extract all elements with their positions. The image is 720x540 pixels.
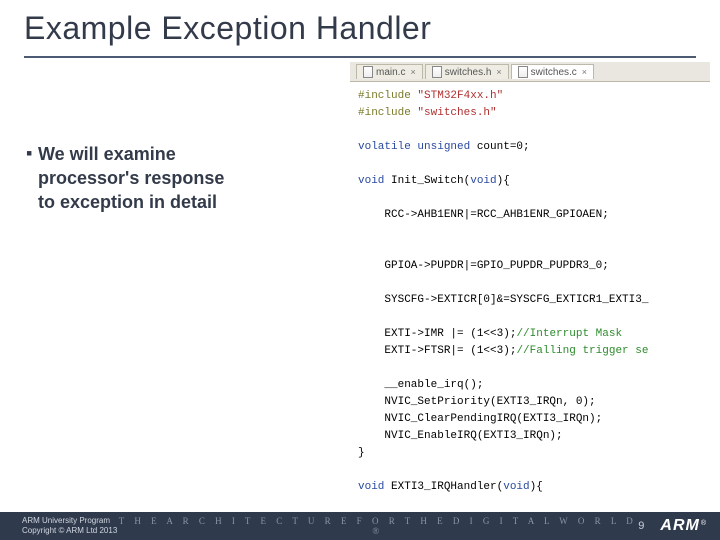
code-line: } bbox=[358, 447, 365, 459]
arm-logo: ARM ® bbox=[660, 517, 706, 535]
title-rule bbox=[24, 56, 696, 58]
code-line: SYSCFG->EXTICR[0]&=SYSCFG_EXTICR1_EXTI3_ bbox=[358, 294, 648, 306]
tab-switches-h[interactable]: switches.h × bbox=[425, 64, 509, 79]
code-token: "switches.h" bbox=[417, 107, 496, 119]
code-token: void bbox=[503, 481, 529, 493]
code-line: GPIOA->PUPDR|=GPIO_PUPDR_PUPDR3_0; bbox=[358, 260, 609, 272]
code-token: //Interrupt Mask bbox=[516, 328, 622, 340]
code-token: #include bbox=[358, 90, 417, 102]
slide: Example Exception Handler ▪ We will exam… bbox=[0, 0, 720, 540]
code-token: EXTI->IMR |= (1<<3); bbox=[358, 328, 516, 340]
tab-main-c[interactable]: main.c × bbox=[356, 64, 423, 79]
code-token: count=0; bbox=[477, 141, 530, 153]
code-token: ){ bbox=[497, 175, 510, 187]
arm-logo-text: ARM bbox=[660, 517, 699, 535]
footer: ARM University Program Copyright © ARM L… bbox=[0, 512, 720, 540]
code-token: #include bbox=[358, 107, 417, 119]
footer-tagline: T H E A R C H I T E C T U R E F O R T H … bbox=[117, 516, 638, 536]
code-line: __enable_irq(); bbox=[358, 379, 483, 391]
file-icon bbox=[432, 66, 442, 78]
code-token: ){ bbox=[530, 481, 543, 493]
footer-line2: Copyright © ARM Ltd 2013 bbox=[22, 526, 117, 536]
bullet-list: ▪ We will examine processor's response t… bbox=[26, 142, 326, 214]
tab-label: switches.c bbox=[531, 67, 577, 78]
code-line: NVIC_SetPriority(EXTI3_IRQn, 0); bbox=[358, 396, 596, 408]
code-token: void bbox=[358, 175, 391, 187]
code-token: EXTI3_IRQHandler( bbox=[391, 481, 503, 493]
slide-title: Example Exception Handler bbox=[24, 10, 431, 47]
bullet-text: We will examine processor's response to … bbox=[38, 142, 238, 214]
code-token: "STM32F4xx.h" bbox=[417, 90, 503, 102]
code-line: NVIC_ClearPendingIRQ(EXTI3_IRQn); bbox=[358, 413, 602, 425]
file-icon bbox=[518, 66, 528, 78]
code-body: #include "STM32F4xx.h" #include "switche… bbox=[350, 82, 710, 540]
code-token: //Falling trigger se bbox=[516, 345, 648, 357]
tab-label: switches.h bbox=[445, 67, 492, 78]
file-icon bbox=[363, 66, 373, 78]
bullet-marker: ▪ bbox=[26, 142, 38, 164]
code-line: NVIC_EnableIRQ(EXTI3_IRQn); bbox=[358, 430, 563, 442]
bullet-item: ▪ We will examine processor's response t… bbox=[26, 142, 326, 214]
tab-label: main.c bbox=[376, 67, 405, 78]
close-icon[interactable]: × bbox=[582, 67, 587, 77]
code-token: void bbox=[470, 175, 496, 187]
footer-left: ARM University Program Copyright © ARM L… bbox=[0, 516, 117, 536]
footer-line1: ARM University Program bbox=[22, 516, 117, 526]
code-token: EXTI->FTSR|= (1<<3); bbox=[358, 345, 516, 357]
code-token: void bbox=[358, 481, 391, 493]
code-line: RCC->AHB1ENR|=RCC_AHB1ENR_GPIOAEN; bbox=[358, 209, 609, 221]
editor-tab-strip: main.c × switches.h × switches.c × bbox=[350, 62, 710, 82]
close-icon[interactable]: × bbox=[410, 67, 415, 77]
code-token: Init_Switch( bbox=[391, 175, 470, 187]
code-panel: main.c × switches.h × switches.c × #incl… bbox=[350, 62, 710, 540]
registered-icon: ® bbox=[701, 520, 706, 527]
close-icon[interactable]: × bbox=[496, 67, 501, 77]
page-number: 9 bbox=[638, 520, 644, 532]
tab-switches-c[interactable]: switches.c × bbox=[511, 64, 594, 79]
code-token: volatile unsigned bbox=[358, 141, 477, 153]
